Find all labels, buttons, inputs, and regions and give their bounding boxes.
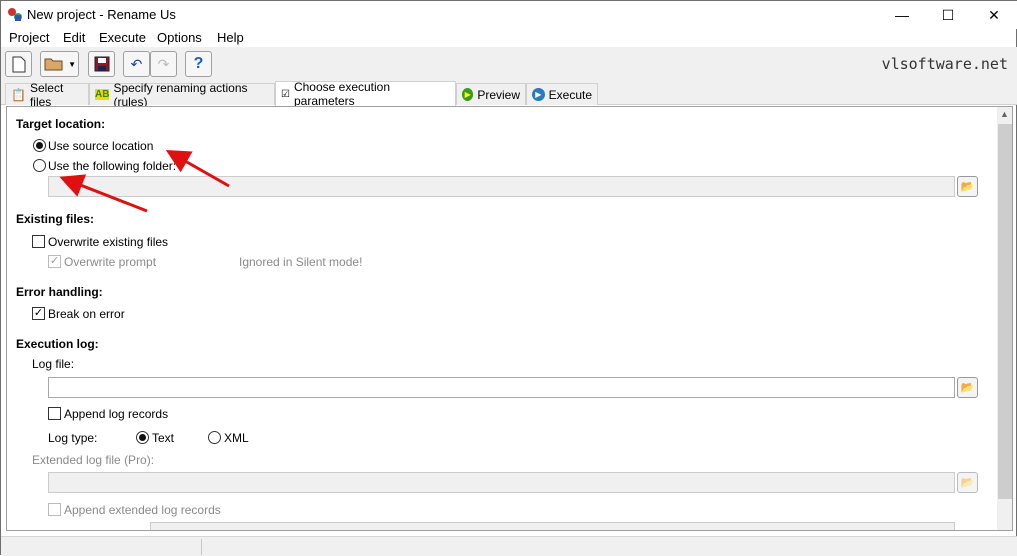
menu-execute[interactable]: Execute	[99, 30, 146, 45]
menu-help[interactable]: Help	[217, 30, 244, 45]
append-extended-log-label: Append extended log records	[64, 503, 221, 517]
break-on-error-checkbox[interactable]: ✓	[32, 307, 45, 320]
save-button[interactable]	[88, 51, 115, 77]
status-bar	[1, 536, 1017, 556]
redo-icon: ↷	[157, 55, 170, 72]
tab-select-files[interactable]: 📋 Select files	[5, 81, 89, 109]
log-type-label: Log type:	[48, 431, 98, 445]
silent-mode-note: Ignored in Silent mode!	[239, 255, 363, 269]
brand-text: vlsoftware.net	[881, 55, 1008, 73]
use-folder-radio[interactable]	[33, 159, 46, 172]
error-handling-heading: Error handling:	[16, 285, 103, 299]
existing-files-heading: Existing files:	[16, 212, 95, 226]
close-button[interactable]: ✕	[971, 1, 1017, 29]
dropdown-arrow-icon[interactable]: ▼	[68, 60, 76, 69]
execution-log-heading: Execution log:	[16, 337, 99, 351]
browse-extended-log-button[interactable]: 📂	[957, 472, 978, 493]
new-file-icon	[12, 56, 25, 72]
play-icon: ▶	[462, 88, 474, 101]
open-button[interactable]: ▼	[40, 51, 79, 77]
menu-options[interactable]: Options	[157, 30, 202, 45]
overwrite-prompt-checkbox[interactable]: ✓	[48, 255, 61, 268]
overwrite-label: Overwrite existing files	[48, 235, 169, 249]
log-file-input[interactable]	[48, 377, 955, 398]
maximize-button[interactable]: ☐	[925, 1, 971, 29]
toolbar: ▼ ↶ ↷ ?	[1, 47, 1017, 81]
folder-open-icon: 📂	[960, 477, 975, 489]
tab-preview[interactable]: ▶ Preview	[456, 83, 526, 105]
target-folder-input[interactable]	[48, 176, 955, 197]
undo-icon: ↶	[130, 55, 143, 72]
menu-bar: Project Edit Execute Options Help	[1, 29, 1017, 47]
tab-bar: 📋 Select files AB Specify renaming actions…	[1, 80, 1017, 109]
use-folder-label: Use the following folder:	[48, 159, 177, 173]
new-button[interactable]	[5, 51, 32, 77]
clipboard-icon: 📋	[11, 87, 26, 102]
extended-log-label: Extended log file (Pro):	[32, 453, 155, 467]
title-bar: New project - Rename Us — ☐ ✕	[1, 1, 1017, 29]
overwrite-prompt-label: Overwrite prompt	[64, 255, 157, 269]
tab-specify-rules[interactable]: AB Specify renaming actions (rules)	[89, 81, 275, 109]
execute-icon: ▶	[532, 88, 545, 101]
log-type-text-radio[interactable]	[136, 431, 149, 444]
append-log-label: Append log records	[64, 407, 169, 421]
undo-button[interactable]: ↶	[123, 51, 150, 77]
break-on-error-label: Break on error	[48, 307, 125, 321]
target-location-heading: Target location:	[16, 117, 106, 131]
menu-edit[interactable]: Edit	[63, 30, 85, 45]
tab-execution-parameters[interactable]: ☑ Choose execution parameters	[275, 80, 456, 108]
log-type-xml-label: XML	[224, 431, 249, 445]
tab-execute[interactable]: ▶ Execute	[526, 83, 598, 105]
browse-target-folder-button[interactable]: 📂	[957, 176, 978, 197]
extended-log-input[interactable]	[48, 472, 955, 493]
save-icon	[94, 56, 109, 72]
help-button[interactable]: ?	[185, 51, 212, 77]
scroll-up-icon[interactable]: ▲	[1000, 109, 1009, 119]
app-icon	[8, 8, 22, 21]
menu-project[interactable]: Project	[9, 30, 49, 45]
minimize-button[interactable]: —	[879, 1, 925, 29]
extended-log-format-select[interactable]	[150, 522, 955, 530]
help-icon: ?	[193, 55, 204, 72]
log-file-label: Log file:	[32, 357, 75, 371]
use-source-label: Use source location	[48, 139, 154, 153]
scrollbar-thumb[interactable]	[998, 124, 1012, 499]
window-title: New project - Rename Us	[27, 7, 176, 22]
folder-open-icon: 📂	[960, 181, 975, 193]
log-type-xml-radio[interactable]	[208, 431, 221, 444]
log-type-text-label: Text	[152, 431, 175, 445]
browse-log-file-button[interactable]: 📂	[957, 377, 978, 398]
overwrite-checkbox[interactable]	[32, 235, 45, 248]
use-source-radio[interactable]	[33, 139, 46, 152]
parameters-panel: Target location: Use source location Use…	[6, 106, 1013, 531]
folder-open-icon	[44, 58, 63, 71]
append-log-checkbox[interactable]	[48, 407, 61, 420]
folder-open-icon: 📂	[960, 382, 975, 394]
ab-rename-icon: AB	[95, 89, 110, 100]
redo-button[interactable]: ↷	[150, 51, 177, 77]
append-extended-log-checkbox[interactable]	[48, 503, 61, 516]
status-divider	[201, 539, 202, 555]
checklist-icon: ☑	[281, 88, 290, 100]
